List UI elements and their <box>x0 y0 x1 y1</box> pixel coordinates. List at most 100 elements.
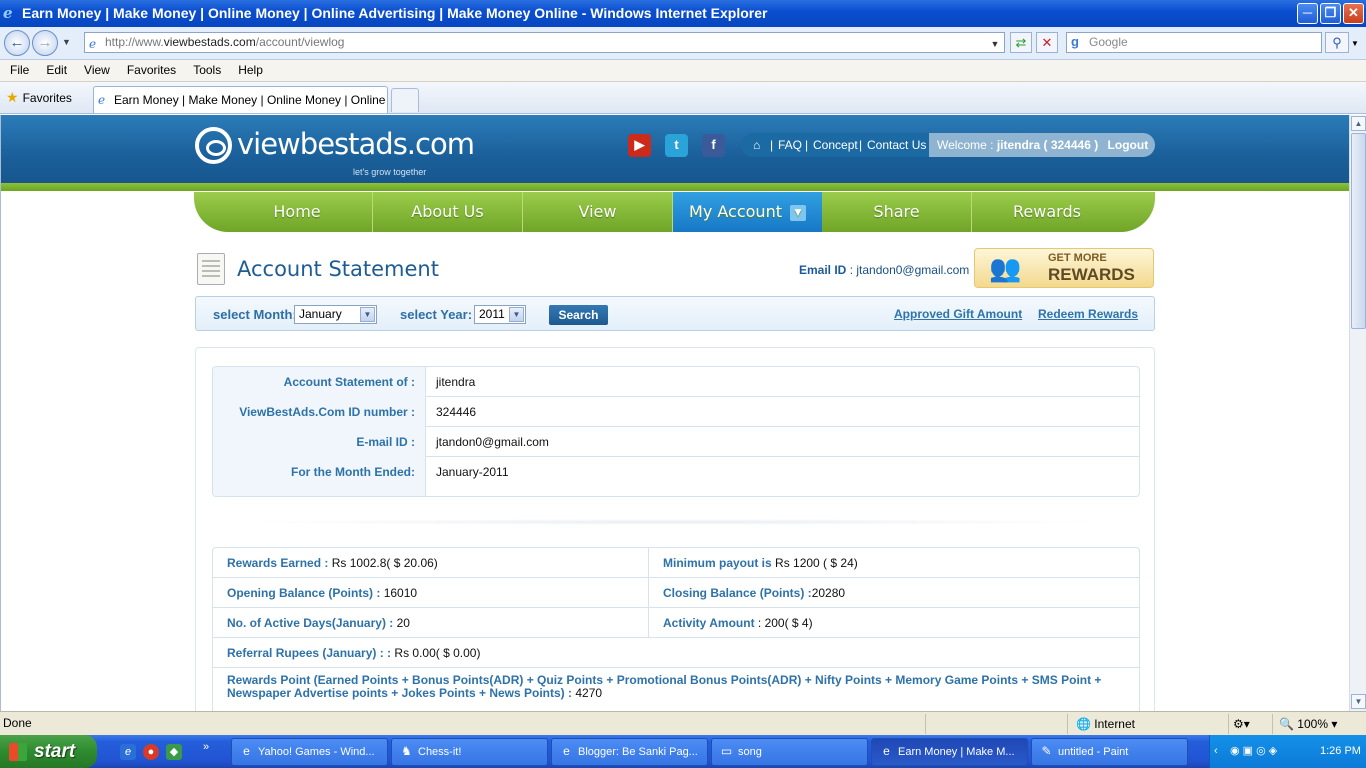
nav-my-account[interactable]: My Account ▼ <box>673 192 822 232</box>
media-quicklaunch-icon[interactable]: ● <box>143 744 159 760</box>
search-placeholder: Google <box>1089 35 1128 49</box>
ie-quicklaunch-icon[interactable]: e <box>120 744 136 760</box>
nav-home[interactable]: Home <box>222 192 373 232</box>
tray-app-icons[interactable]: ◉ ▣ ◎ ◈ <box>1230 735 1277 768</box>
task-chess[interactable]: ♞ Chess-it! <box>391 738 548 766</box>
minimize-button[interactable]: ─ <box>1297 3 1318 24</box>
logo-name: viewbestads.com <box>237 127 475 161</box>
task-label: Yahoo! Games - Wind... <box>258 746 375 758</box>
new-tab-button[interactable] <box>391 88 419 112</box>
tab-active[interactable]: e Earn Money | Make Money | Online Money … <box>93 86 388 113</box>
zoom-control[interactable]: 🔍 100% ▾ <box>1272 714 1347 734</box>
forward-button[interactable]: → <box>32 30 58 56</box>
email-id-display: Email ID : jtandon0@gmail.com <box>799 263 969 277</box>
scroll-down-icon[interactable]: ▼ <box>1351 694 1366 709</box>
page-viewport: viewbestads.com let's grow together ▶ t … <box>0 115 1349 711</box>
nav-my-account-label: My Account <box>689 202 782 221</box>
approved-gift-amount-link[interactable]: Approved Gift Amount <box>894 307 1022 321</box>
chevron-down-icon[interactable]: ▼ <box>988 35 1002 50</box>
concept-link[interactable]: Concept <box>813 133 858 157</box>
rewards-point-cell: Rewards Point (Earned Points + Bonus Poi… <box>227 674 1107 700</box>
task-paint[interactable]: ✎ untitled - Paint <box>1031 738 1188 766</box>
menu-file[interactable]: File <box>0 60 36 81</box>
menu-tools[interactable]: Tools <box>183 60 228 81</box>
favorites-label: Favorites <box>22 91 72 105</box>
protected-mode-icon[interactable]: ⚙▾ <box>1228 714 1268 734</box>
url-domain: viewbestads.com <box>163 35 256 49</box>
status-bar: Done 🌐 Internet ⚙▾ 🔍 100% ▾ <box>0 711 1366 735</box>
app-quicklaunch-icon[interactable]: ◆ <box>166 744 182 760</box>
back-button[interactable]: ← <box>4 30 30 56</box>
year-select[interactable]: 2011 ▼ <box>474 305 526 324</box>
table-row: No. of Active Days(January) : 20 Activit… <box>213 608 1139 638</box>
maximize-button[interactable]: ❐ <box>1320 3 1341 24</box>
task-label: song <box>738 746 762 758</box>
scroll-thumb[interactable] <box>1351 133 1366 329</box>
menu-bar: File Edit View Favorites Tools Help <box>0 60 1366 82</box>
stop-button[interactable]: ✕ <box>1036 32 1058 53</box>
youtube-icon[interactable]: ▶ <box>628 134 651 157</box>
activity-amount-cell: Activity Amount : 200( $ 4) <box>649 608 1139 638</box>
cell-value: Rs 0.00( $ 0.00) <box>394 646 481 660</box>
recent-pages-icon[interactable]: ▼ <box>62 37 71 47</box>
get-more-rewards-banner[interactable]: 👥 GET MORE REWARDS <box>974 248 1154 288</box>
globe-icon: 🌐 <box>1076 717 1091 731</box>
rewards-summary-table: Rewards Earned : Rs 1002.8( $ 20.06) Min… <box>212 547 1140 711</box>
month-select[interactable]: January ▼ <box>294 305 377 324</box>
url-prefix: http://www. <box>105 35 164 49</box>
cell-label: Referral Rupees (January) : : <box>227 646 392 660</box>
faq-link[interactable]: FAQ <box>778 133 802 157</box>
month-label: select Month: <box>213 307 297 322</box>
refresh-button[interactable]: ⇄ <box>1010 32 1032 53</box>
page-icon: e <box>89 37 97 51</box>
task-earn-money[interactable]: e Earn Money | Make M... <box>871 738 1028 766</box>
security-zone[interactable]: 🌐 Internet <box>1067 714 1222 734</box>
task-song-folder[interactable]: ▭ song <box>711 738 868 766</box>
search-options-icon[interactable]: ▼ <box>1351 39 1359 48</box>
table-row: Opening Balance (Points) : 16010 Closing… <box>213 578 1139 608</box>
menu-edit[interactable]: Edit <box>36 60 74 81</box>
favorites-button[interactable]: ★ Favorites <box>6 89 72 106</box>
nav-share[interactable]: Share <box>822 192 972 232</box>
address-input[interactable]: e http://www.viewbestads.com/account/vie… <box>84 32 1005 53</box>
search-input[interactable]: g Google <box>1066 32 1322 53</box>
logout-link[interactable]: Logout <box>1108 138 1149 152</box>
redeem-rewards-link[interactable]: Redeem Rewards <box>1038 307 1138 321</box>
zoom-value: 100% <box>1297 717 1328 731</box>
tab-bar: ★ Favorites e Earn Money | Make Money | On… <box>0 82 1366 114</box>
task-yahoo-games[interactable]: e Yahoo! Games - Wind... <box>231 738 388 766</box>
people-icon: 👥 <box>989 253 1022 283</box>
menu-favorites[interactable]: Favorites <box>117 60 183 81</box>
separator: | <box>859 138 863 152</box>
cell-label: No. of Active Days(January) : <box>227 616 394 630</box>
menu-help[interactable]: Help <box>228 60 270 81</box>
task-blogger[interactable]: e Blogger: Be Sanki Pag... <box>551 738 708 766</box>
table-row: ViewBestAds.Com ID number : 324446 <box>213 397 1139 427</box>
nav-about-us[interactable]: About Us <box>373 192 523 232</box>
row-label: Account Statement of : <box>213 367 426 397</box>
start-button[interactable]: start <box>0 735 97 768</box>
tray-expand-icon[interactable]: ‹ <box>1214 735 1218 768</box>
close-button[interactable]: ✕ <box>1343 3 1364 24</box>
search-icon[interactable]: ⚲ <box>1325 32 1349 53</box>
twitter-icon[interactable]: t <box>665 134 688 157</box>
cell-value: : 200( $ 4) <box>757 616 813 630</box>
search-button[interactable]: Search <box>549 305 608 325</box>
statement-content: Account Statement of : jitendra ViewBestA… <box>195 347 1155 711</box>
email-label: Email ID <box>799 263 847 277</box>
nav-view[interactable]: View <box>523 192 673 232</box>
vertical-scrollbar[interactable]: ▲ ▼ <box>1349 115 1366 711</box>
scroll-up-icon[interactable]: ▲ <box>1351 116 1366 131</box>
nav-rewards[interactable]: Rewards <box>972 192 1122 232</box>
site-logo[interactable]: viewbestads.com let's grow together <box>195 127 475 181</box>
folder-icon: ▭ <box>720 744 733 758</box>
task-label: Earn Money | Make M... <box>898 746 1015 758</box>
home-icon[interactable]: ⌂ <box>753 133 760 157</box>
row-label: E-mail ID : <box>213 427 426 457</box>
rewards-earned-cell: Rewards Earned : Rs 1002.8( $ 20.06) <box>213 548 649 578</box>
menu-view[interactable]: View <box>74 60 117 81</box>
contact-link[interactable]: Contact Us <box>867 133 926 157</box>
facebook-icon[interactable]: f <box>702 134 725 157</box>
divider <box>925 714 926 734</box>
quicklaunch-more-icon[interactable]: » <box>203 741 209 753</box>
